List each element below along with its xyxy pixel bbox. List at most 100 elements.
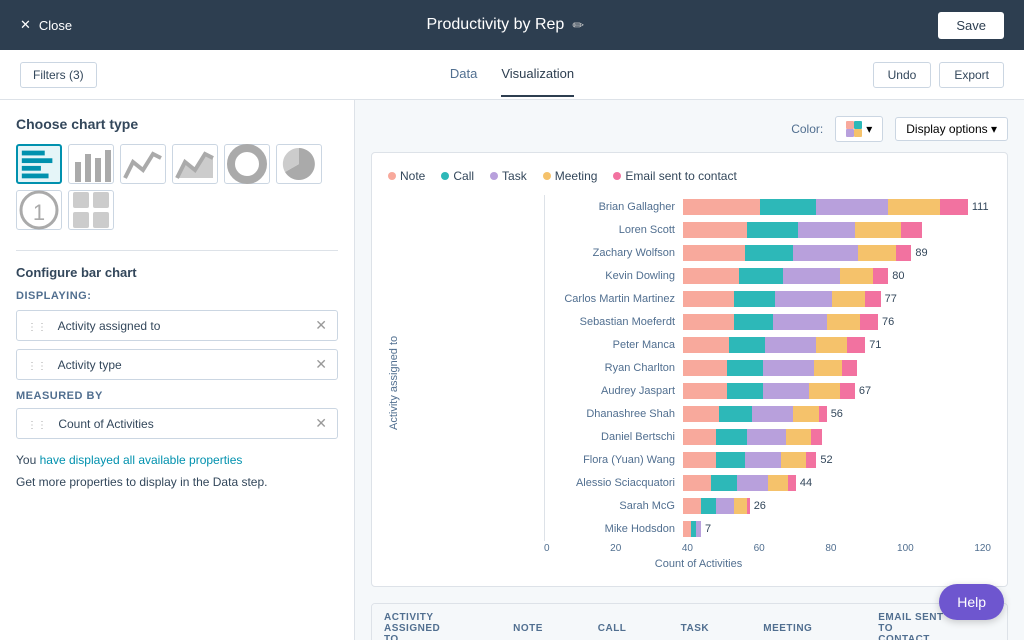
legend-dot-note	[388, 172, 396, 180]
bar-segment	[683, 383, 727, 399]
bar-segment	[775, 291, 831, 307]
bar-row: Carlos Martin Martinez77	[545, 288, 991, 310]
bar-segment	[773, 314, 827, 330]
field-count-of-activities: ⋮⋮ Count of Activities ✕	[16, 408, 338, 439]
bar-segment	[847, 337, 865, 353]
bar-segment	[727, 383, 763, 399]
tab-data[interactable]: Data	[450, 52, 477, 97]
bar-total-label: 77	[885, 293, 897, 305]
bar-segment	[788, 475, 796, 491]
left-panel: Choose chart type	[0, 100, 355, 640]
bar-row: Mike Hodsdon7	[545, 518, 991, 540]
save-button[interactable]: Save	[938, 12, 1004, 39]
bar-segment	[716, 498, 734, 514]
bar-segment	[858, 245, 897, 261]
bar-segment	[716, 429, 747, 445]
bar-row-label: Mike Hodsdon	[545, 523, 683, 535]
bar-segment	[783, 268, 839, 284]
field-label-activity-type: Activity type	[58, 358, 122, 372]
legend-dot-meeting	[543, 172, 551, 180]
drag-handle-icon-3: ⋮⋮	[27, 420, 47, 431]
bar-segment	[806, 452, 816, 468]
bar-segment	[683, 360, 727, 376]
bar-segment	[683, 475, 711, 491]
bar-segment	[683, 337, 729, 353]
bar-segment	[809, 383, 840, 399]
bar-segment	[734, 498, 747, 514]
bar-segment	[832, 291, 865, 307]
bar-segment	[763, 383, 809, 399]
edit-icon[interactable]: ✏	[572, 17, 584, 34]
bar-row: Daniel Bertschi	[545, 426, 991, 448]
chart-type-pie[interactable]	[276, 144, 322, 184]
x-label-20: 20	[610, 543, 621, 554]
bar-segment	[683, 406, 719, 422]
bar-segment	[811, 429, 821, 445]
x-label-100: 100	[897, 543, 914, 554]
field-label-activity-assigned-to: Activity assigned to	[58, 319, 161, 333]
bar-segment	[683, 521, 691, 537]
data-step-link[interactable]: Data step.	[213, 475, 268, 489]
bar-segment	[683, 245, 745, 261]
remove-field-count-activities[interactable]: ✕	[315, 415, 327, 432]
bar-row-label: Flora (Yuan) Wang	[545, 454, 683, 466]
field-activity-type: ⋮⋮ Activity type ✕	[16, 349, 338, 380]
bar-segment	[683, 314, 734, 330]
legend-note: Note	[388, 169, 425, 183]
close-button[interactable]: ✕ Close	[20, 17, 72, 33]
bar-row-label: Zachary Wolfson	[545, 247, 683, 259]
chart-type-selector: 1	[16, 144, 338, 230]
bar-segment	[711, 475, 737, 491]
col-note: NOTE	[501, 604, 586, 640]
field-activity-assigned-to: ⋮⋮ Activity assigned to ✕	[16, 310, 338, 341]
bar-total-label: 67	[859, 385, 871, 397]
x-label-0: 0	[544, 543, 550, 554]
bar-segment	[896, 245, 911, 261]
line-chart-icon	[121, 142, 165, 186]
report-title-text: Productivity by Rep	[426, 16, 564, 34]
report-title: Productivity by Rep ✏	[426, 16, 584, 34]
configure-bar-chart-title: Configure bar chart	[16, 265, 338, 280]
pie-chart-icon	[277, 142, 321, 186]
bar-segment	[814, 360, 842, 376]
bar-total-label: 44	[800, 477, 812, 489]
legend-label-note: Note	[400, 169, 425, 183]
chart-type-line[interactable]	[120, 144, 166, 184]
right-panel: Color: ▾ Display options ▾	[355, 100, 1024, 640]
bar-row-label: Brian Gallagher	[545, 201, 683, 213]
field-label-count-activities: Count of Activities	[58, 417, 153, 431]
bar-segment	[768, 475, 789, 491]
chart-type-donut[interactable]	[224, 144, 270, 184]
display-options-button[interactable]: Display options ▾	[895, 117, 1008, 141]
bar-segment	[840, 268, 873, 284]
bar-row-label: Kevin Dowling	[545, 270, 683, 282]
remove-field-activity-type[interactable]: ✕	[315, 356, 327, 373]
col-meeting: MEETING	[751, 604, 866, 640]
bar-segment	[901, 222, 922, 238]
bar-segment	[816, 337, 847, 353]
chart-type-number[interactable]: 1	[16, 190, 62, 230]
chart-type-horizontal-bar[interactable]	[16, 144, 62, 184]
legend-label-task: Task	[502, 169, 527, 183]
bar-total-label: 52	[820, 454, 832, 466]
legend-email: Email sent to contact	[613, 169, 736, 183]
tab-visualization[interactable]: Visualization	[501, 52, 574, 97]
bar-total-label: 76	[882, 316, 894, 328]
bar-segment	[760, 199, 816, 215]
color-picker-button[interactable]: ▾	[835, 116, 883, 142]
export-button[interactable]: Export	[939, 62, 1004, 88]
filters-button[interactable]: Filters (3)	[20, 62, 97, 88]
bar-row: Ryan Charlton	[545, 357, 991, 379]
x-label-120: 120	[974, 543, 991, 554]
remove-field-activity-assigned-to[interactable]: ✕	[315, 317, 327, 334]
undo-button[interactable]: Undo	[873, 62, 932, 88]
bar-total-label: 26	[754, 500, 766, 512]
help-button[interactable]: Help	[939, 584, 1004, 620]
available-props-link[interactable]: have displayed all available properties	[40, 453, 243, 467]
legend-task: Task	[490, 169, 527, 183]
chart-type-area[interactable]	[172, 144, 218, 184]
chart-type-vertical-bar[interactable]	[68, 144, 114, 184]
measured-by-label: measured by	[16, 390, 338, 402]
legend-dot-call	[441, 172, 449, 180]
chart-type-grid[interactable]	[68, 190, 114, 230]
